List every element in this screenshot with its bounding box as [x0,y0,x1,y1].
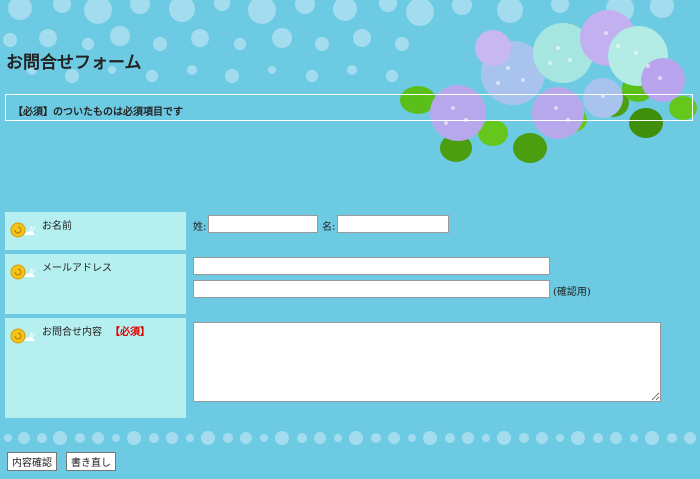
last-name-prefix: 姓: [193,222,207,233]
email-confirm-suffix: (確認用) [553,287,591,298]
form-row-email: メールアドレス (確認用) [5,254,695,314]
snail-icon [10,328,36,344]
name-label: お名前 [42,221,72,232]
snail-icon [10,264,36,280]
first-name-input[interactable] [337,215,449,233]
hydrangea-decoration-icon [400,10,697,163]
form-row-message: お問合せ内容 【必須】 [5,318,695,418]
snail-icon [10,222,36,238]
label-cell: メールアドレス [5,254,186,314]
first-name-prefix: 名: [322,222,336,233]
label-cell: お問合せ内容 【必須】 [5,318,186,418]
page-title: お問合せフォーム [6,53,142,73]
message-label-text: お問合せ内容 [42,327,102,338]
confirm-button[interactable]: 内容確認 [7,452,57,471]
reset-button[interactable]: 書き直し [66,452,116,471]
divider-dot-pattern [4,431,696,445]
email-confirm-input[interactable] [193,280,550,298]
required-badge: 【必須】 [110,327,150,338]
message-textarea[interactable] [193,322,661,402]
form-row-name: お名前 姓: 名: [5,212,695,250]
message-label: お問合せ内容 【必須】 [42,323,150,338]
label-cell: お名前 [5,212,186,250]
email-label: メールアドレス [42,263,112,274]
required-notice: 【必須】のついたものは必須項目です [13,107,183,118]
email-input[interactable] [193,257,550,275]
last-name-input[interactable] [208,215,318,233]
